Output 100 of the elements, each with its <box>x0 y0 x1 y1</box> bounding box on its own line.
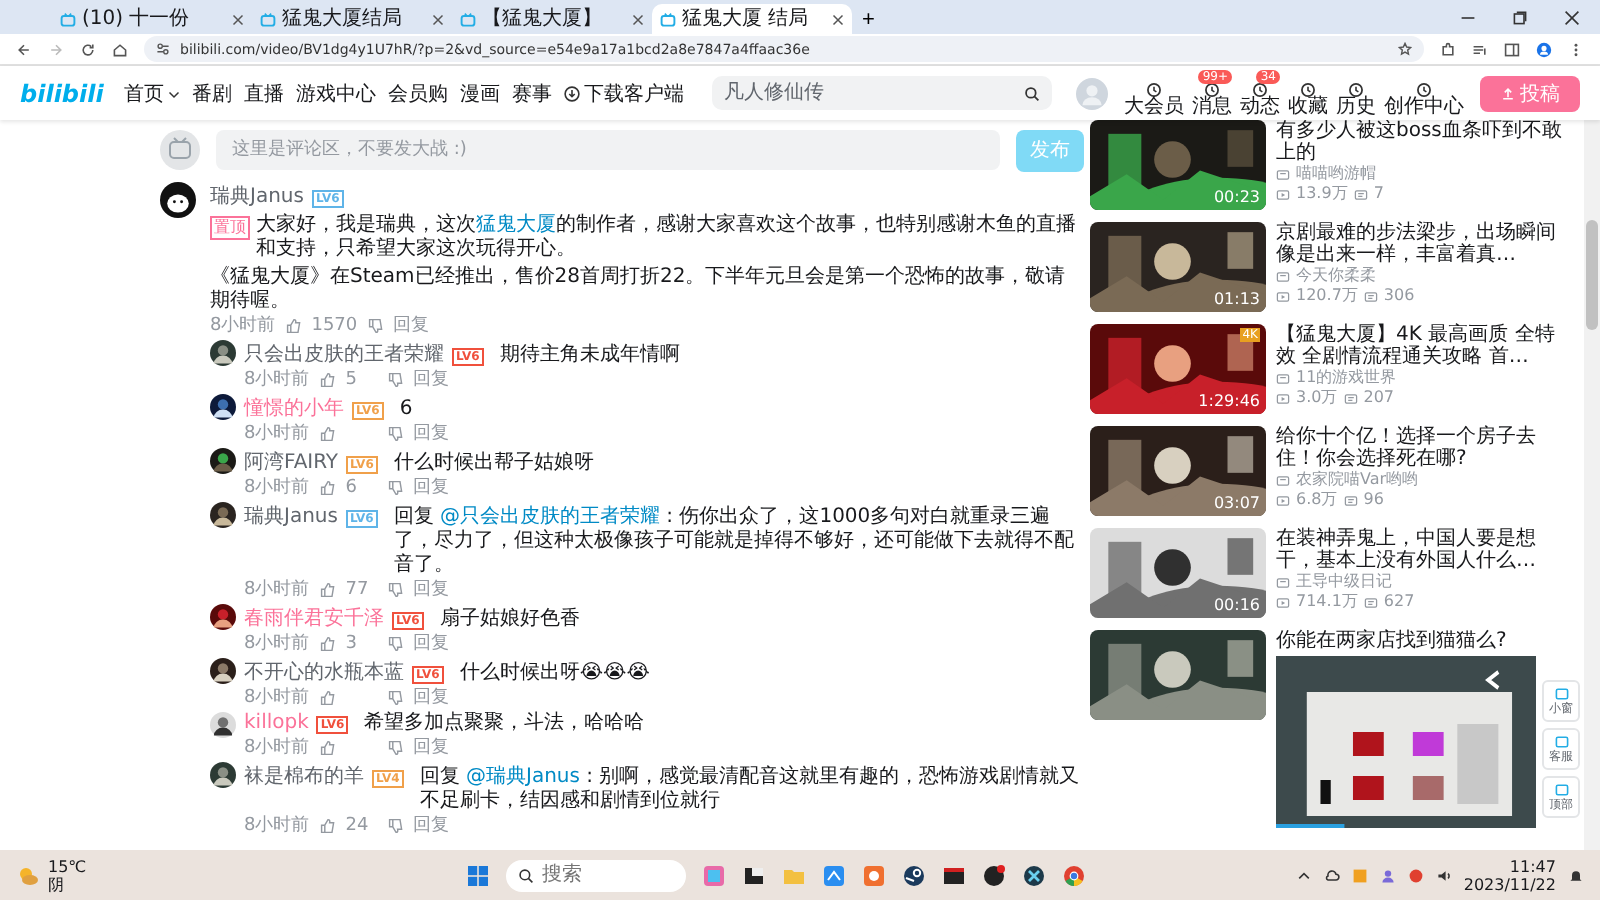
media-icon[interactable] <box>1472 41 1488 57</box>
user-name[interactable]: 阿湾FAIRY <box>244 448 339 476</box>
header-action[interactable]: 收藏 <box>1288 69 1328 117</box>
video-title[interactable]: 京剧最难的步法梁步，出场瞬间像是出来一样，丰富着真… <box>1276 222 1566 266</box>
avatar-icon[interactable] <box>210 448 236 474</box>
user-name[interactable]: 只会出皮肤的王者荣耀 <box>244 340 444 368</box>
search-field[interactable]: 搜索 <box>505 859 686 891</box>
extensions-icon[interactable] <box>1440 41 1456 57</box>
user-name[interactable]: 袜是棉布的羊 <box>244 762 364 790</box>
app-icon[interactable] <box>941 863 966 887</box>
video-duration: 01:13 <box>1213 290 1260 308</box>
nav-link[interactable]: 首页 <box>123 79 180 107</box>
dislike-icon[interactable] <box>387 581 404 597</box>
chrome-icon[interactable] <box>1061 863 1086 887</box>
dislike-icon[interactable] <box>387 817 404 833</box>
video-duration: 00:23 <box>1213 188 1260 206</box>
speaker-icon[interactable] <box>1435 867 1452 883</box>
person-icon[interactable] <box>1379 867 1396 883</box>
restore-icon[interactable] <box>1512 10 1528 26</box>
dislike-icon[interactable] <box>387 479 404 495</box>
nav-link[interactable]: 番剧 <box>191 79 232 107</box>
dislike-icon[interactable] <box>387 425 404 441</box>
nav-link[interactable]: 会员购 <box>387 79 448 107</box>
dislike-icon[interactable] <box>387 739 404 755</box>
header-action[interactable]: 历史 <box>1336 69 1376 117</box>
avatar-icon[interactable] <box>210 658 236 684</box>
dislike-icon[interactable] <box>387 689 404 705</box>
profile-icon[interactable] <box>1536 41 1552 57</box>
browser-tab[interactable]: 猛鬼大厦 结局 <box>652 4 852 34</box>
like-icon[interactable] <box>319 425 336 441</box>
dislike-icon[interactable] <box>387 371 404 387</box>
clock[interactable]: 11:47 2023/11/22 <box>1463 857 1556 893</box>
user-name[interactable]: 瑞典Janus <box>244 502 338 530</box>
like-icon[interactable] <box>319 479 336 495</box>
app-icon[interactable] <box>741 863 766 887</box>
video-title[interactable]: 你能在两家店找到猫猫么? <box>1276 630 1566 652</box>
search-icon[interactable] <box>1023 85 1040 101</box>
video-title[interactable]: 在装神弄鬼上，中国人要是想干，基本上没有外国人什么… <box>1276 528 1566 572</box>
search-link[interactable]: 猛鬼大厦 <box>476 214 556 236</box>
site-info-icon[interactable] <box>156 42 170 56</box>
close-icon[interactable] <box>232 13 244 25</box>
download-icon <box>563 85 580 101</box>
app-icon[interactable] <box>981 863 1006 887</box>
video-title[interactable]: 给你十个亿！选择一个房子去住！你会选择死在哪? <box>1276 426 1566 470</box>
home-icon[interactable] <box>112 41 128 57</box>
browser-tab[interactable]: 【猛鬼大厦】 <box>452 4 652 34</box>
video-duration: 00:16 <box>1213 596 1260 614</box>
reload-icon[interactable] <box>80 41 96 57</box>
browser-tab[interactable]: (10) 十一份 <box>52 4 252 34</box>
header-action[interactable]: 创作中心 <box>1384 69 1464 117</box>
comment-input[interactable]: 这里是评论区，不要发大战 :) <box>216 130 1000 170</box>
close-icon[interactable] <box>1564 10 1580 26</box>
chevron-up-icon[interactable] <box>1295 867 1312 883</box>
avatar-icon[interactable] <box>210 502 236 528</box>
like-icon[interactable] <box>319 739 336 755</box>
like-icon[interactable] <box>319 371 336 387</box>
temperature: 15℃ <box>48 857 87 875</box>
cloud-icon[interactable] <box>1323 867 1340 883</box>
mention-link[interactable]: @只会出皮肤的王者荣耀 <box>439 506 660 528</box>
header-action[interactable]: 大会员 <box>1124 69 1184 117</box>
like-icon[interactable] <box>319 581 336 597</box>
nav-link[interactable]: 直播 <box>243 79 284 107</box>
like-icon[interactable] <box>319 817 336 833</box>
browser-tab[interactable]: 猛鬼大厦结局 <box>252 4 452 34</box>
nav-link[interactable]: 下载客户端 <box>563 79 684 107</box>
nav-link[interactable]: 赛事 <box>511 79 552 107</box>
like-icon[interactable] <box>285 317 302 333</box>
avatar-icon[interactable] <box>210 604 236 630</box>
comment-time: 8小时前 <box>244 367 310 392</box>
notification-icon[interactable] <box>1567 867 1584 883</box>
like-icon[interactable] <box>319 635 336 651</box>
avatar-icon[interactable] <box>160 182 196 218</box>
avatar-icon[interactable] <box>210 762 236 788</box>
video-title[interactable]: 【猛鬼大厦】4K 最高画质 全特效 全剧情流程通关攻略 首… <box>1276 324 1566 368</box>
star-icon[interactable] <box>1398 42 1412 56</box>
uploader-icon <box>1276 167 1290 181</box>
like-icon[interactable] <box>319 689 336 705</box>
close-icon[interactable] <box>632 13 644 25</box>
nav-link[interactable]: 漫画 <box>459 79 500 107</box>
avatar-icon[interactable] <box>210 394 236 420</box>
user-name[interactable]: 不开心的水瓶本蓝 <box>244 658 404 686</box>
user-name[interactable]: 瑞典Janus <box>210 182 304 210</box>
sidebar-icon[interactable] <box>1504 41 1520 57</box>
back-icon[interactable] <box>16 41 32 57</box>
video-duration: 1:29:46 <box>1198 392 1260 410</box>
close-icon[interactable] <box>832 13 844 25</box>
scrollbar[interactable] <box>1584 120 1600 850</box>
side-icon <box>1553 686 1569 702</box>
new-tab-button[interactable]: + <box>852 6 885 34</box>
mention-link[interactable]: @瑞典Janus <box>466 766 580 788</box>
steam-icon[interactable] <box>901 863 926 887</box>
search-field[interactable]: 凡人修仙传 <box>711 76 1052 110</box>
start-icon[interactable] <box>465 863 490 887</box>
close-icon[interactable] <box>432 13 444 25</box>
dislike-icon[interactable] <box>367 317 384 333</box>
avatar-icon[interactable] <box>210 712 236 738</box>
nav-link[interactable]: 游戏中心 <box>295 79 376 107</box>
dislike-icon[interactable] <box>387 635 404 651</box>
avatar-icon[interactable] <box>210 340 236 366</box>
app-icon[interactable] <box>1021 863 1046 887</box>
